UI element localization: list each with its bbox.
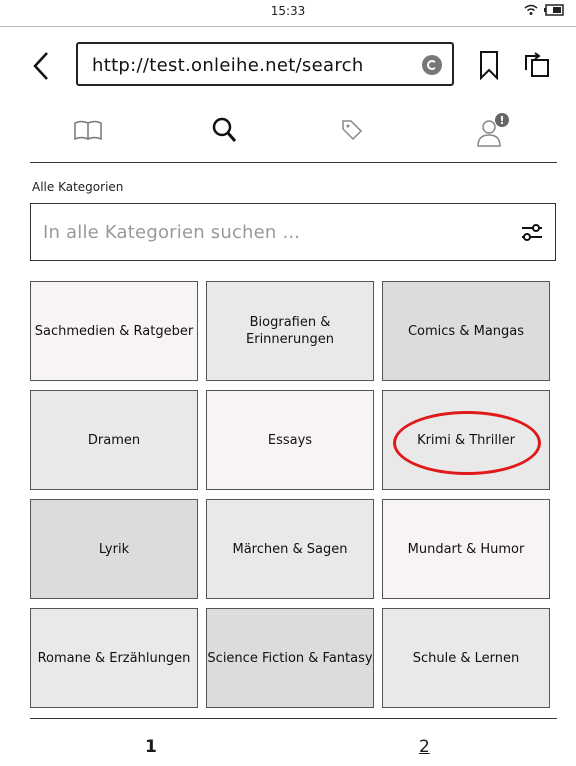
wifi-icon [524, 4, 538, 15]
category-label-text: Biografien & Erinnerungen [246, 315, 334, 347]
category-label-text: Science Fiction & Fantasy [207, 650, 373, 666]
category-label-text: Märchen & Sagen [232, 541, 348, 557]
category-romane[interactable]: Romane & Erzählungen [30, 608, 198, 708]
page-1-button[interactable]: 1 [145, 737, 157, 757]
category-sachmedien[interactable]: Sachmedien & Ratgeber [30, 281, 198, 381]
book-icon [74, 120, 102, 141]
category-mundart[interactable]: Mundart & Humor [382, 499, 550, 599]
tab-account[interactable]: ! [472, 110, 516, 150]
category-schule[interactable]: Schule & Lernen [382, 608, 550, 708]
tag-icon [342, 120, 363, 141]
clear-url-icon[interactable] [422, 55, 442, 75]
category-label-text: Krimi & Thriller [417, 432, 515, 448]
search-placeholder: In alle Kategorien suchen ... [43, 222, 301, 243]
category-scifi[interactable]: Science Fiction & Fantasy [206, 608, 374, 708]
category-label-text: Comics & Mangas [407, 323, 525, 339]
category-lyrik[interactable]: Lyrik [30, 499, 198, 599]
category-krimi[interactable]: Krimi & Thriller [382, 390, 550, 490]
category-label-text: Sachmedien & Ratgeber [34, 323, 194, 339]
back-button[interactable] [26, 48, 56, 84]
status-icons [524, 4, 564, 16]
status-divider [0, 26, 576, 27]
status-bar: 15:33 [0, 0, 576, 24]
tab-library[interactable] [66, 110, 110, 150]
rotate-screen-icon[interactable] [522, 50, 552, 80]
account-badge: ! [499, 114, 504, 127]
category-grid: Sachmedien & Ratgeber Biografien & Erinn… [30, 281, 556, 708]
search-icon [212, 117, 237, 142]
bookmark-icon[interactable] [476, 50, 502, 80]
main-tabs: ! [30, 104, 550, 160]
tabs-divider [30, 162, 557, 163]
category-label-text: Romane & Erzählungen [37, 650, 191, 666]
battery-icon [544, 4, 564, 16]
status-time: 15:33 [270, 4, 306, 18]
browser-toolbar: http://test.onleihe.net/search [0, 40, 576, 90]
category-label: Alle Kategorien [32, 180, 124, 194]
category-label-text: Dramen [87, 432, 141, 448]
chevron-left-icon [33, 52, 48, 80]
page-2-button[interactable]: 2 [419, 737, 430, 757]
url-input[interactable]: http://test.onleihe.net/search [76, 42, 454, 86]
tab-search[interactable] [202, 110, 246, 150]
category-essays[interactable]: Essays [206, 390, 374, 490]
user-icon: ! [477, 113, 509, 147]
filter-icon[interactable] [519, 219, 545, 245]
url-text: http://test.onleihe.net/search [92, 55, 364, 76]
category-label-text: Mundart & Humor [407, 541, 525, 557]
category-dramen[interactable]: Dramen [30, 390, 198, 490]
category-comics[interactable]: Comics & Mangas [382, 281, 550, 381]
category-label-text: Schule & Lernen [412, 650, 520, 666]
tab-tags[interactable] [330, 110, 374, 150]
category-label-text: Lyrik [98, 541, 130, 557]
category-maerchen[interactable]: Märchen & Sagen [206, 499, 374, 599]
category-label-text: Essays [267, 432, 313, 448]
category-search-input[interactable]: In alle Kategorien suchen ... [30, 203, 556, 261]
pagination-divider [30, 718, 557, 719]
category-biografien[interactable]: Biografien & Erinnerungen [206, 281, 374, 381]
